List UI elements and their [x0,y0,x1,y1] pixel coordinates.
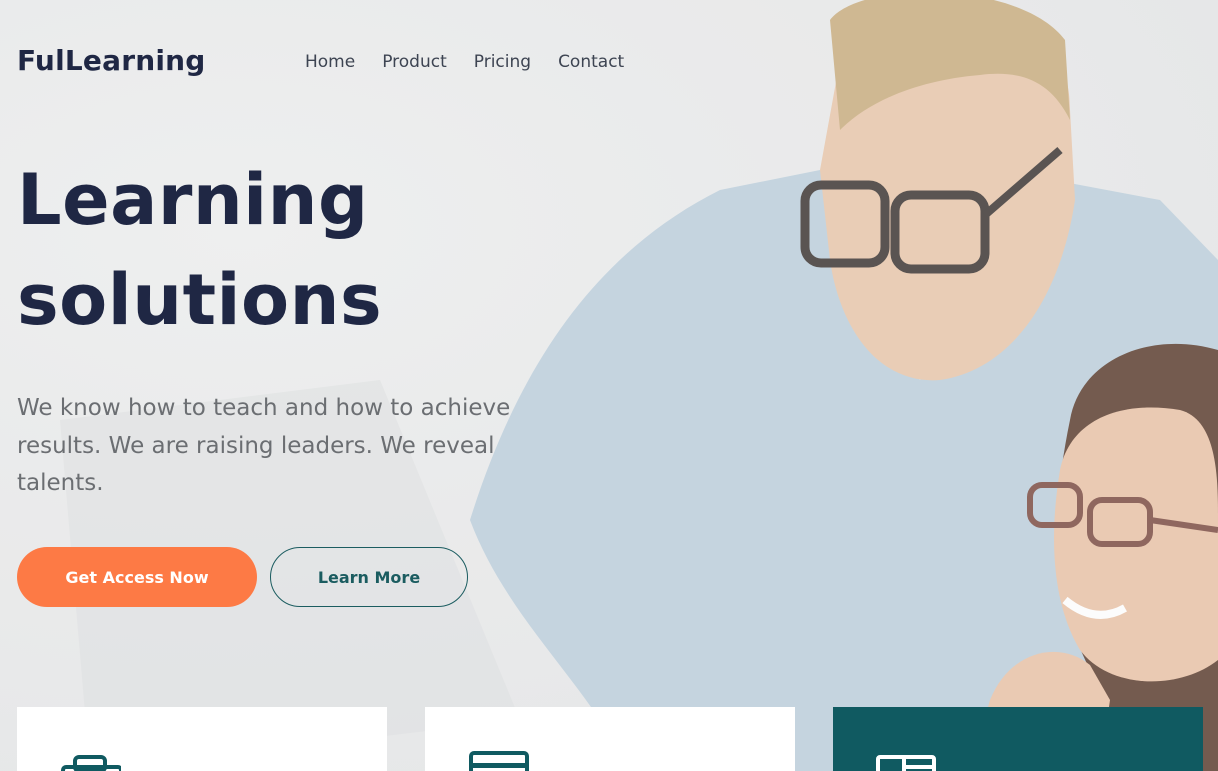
nav-item-contact[interactable]: Contact [558,52,624,72]
hero-title: Learning solutions [17,150,537,350]
feature-card-3[interactable] [833,707,1203,771]
main-nav: Home Product Pricing Contact [305,52,624,72]
printer-icon [469,751,529,771]
brand-logo[interactable]: FulLearning [17,44,206,77]
hero-photo [0,0,1218,771]
nav-item-pricing[interactable]: Pricing [474,52,531,72]
briefcase-icon [61,755,121,771]
get-access-button[interactable]: Get Access Now [17,547,257,607]
feature-card-2[interactable] [425,707,795,771]
hero-title-line2: solutions [17,259,383,341]
feature-card-1[interactable] [17,707,387,771]
learn-more-button[interactable]: Learn More [270,547,468,607]
hero-description: We know how to teach and how to achieve … [17,395,511,496]
nav-item-home[interactable]: Home [305,52,355,72]
layout-icon [876,755,936,771]
hero-title-line1: Learning [17,159,369,241]
nav-item-product[interactable]: Product [382,52,447,72]
